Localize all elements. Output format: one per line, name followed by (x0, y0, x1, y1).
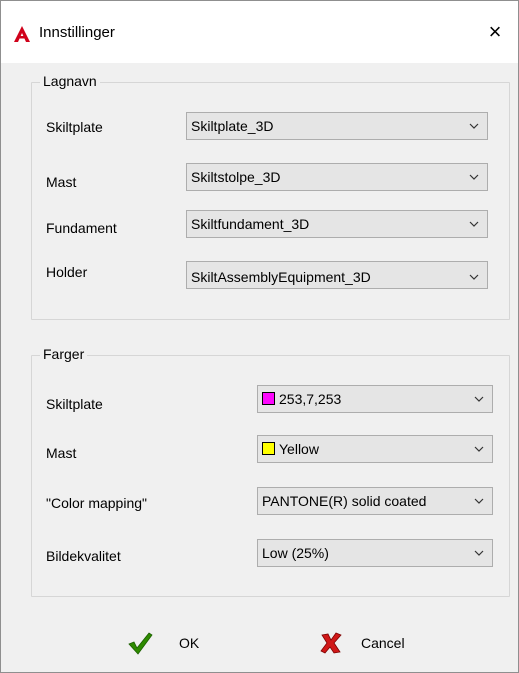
colors-group-title: Farger (40, 346, 88, 362)
image-quality-value: Low (25%) (262, 545, 329, 561)
layer-fundament-dropdown[interactable]: Skiltfundament_3D (186, 210, 488, 238)
close-button[interactable]: × (480, 17, 510, 47)
autocad-logo-icon (14, 26, 30, 42)
ok-button[interactable]: OK (127, 627, 199, 659)
title-bar: Innstillinger × (1, 1, 518, 63)
chevron-down-icon (469, 174, 479, 180)
color-mast-dropdown[interactable]: Yellow (257, 435, 493, 463)
color-skiltplate-label: Skiltplate (46, 396, 103, 412)
cancel-button[interactable]: Cancel (319, 627, 405, 659)
color-mast-value: Yellow (279, 441, 319, 457)
color-swatch (262, 392, 275, 405)
cancel-button-label: Cancel (361, 635, 405, 651)
color-mapping-value: PANTONE(R) solid coated (262, 493, 427, 509)
layer-mast-label: Mast (46, 174, 77, 190)
image-quality-label: Bildekvalitet (46, 548, 121, 564)
ok-button-label: OK (179, 635, 200, 651)
layer-names-group-title: Lagnavn (40, 73, 100, 89)
window-title: Innstillinger (39, 24, 115, 41)
color-skiltplate-value: 253,7,253 (279, 391, 342, 407)
layer-skiltplate-dropdown[interactable]: Skiltplate_3D (186, 112, 488, 140)
layer-holder-label: Holder (46, 264, 88, 280)
color-swatch (262, 442, 275, 455)
color-skiltplate-value-wrap: 253,7,253 (262, 391, 341, 407)
chevron-down-icon (474, 446, 484, 452)
green-checkmark-icon (128, 632, 153, 655)
layer-mast-dropdown[interactable]: Skiltstolpe_3D (186, 163, 488, 191)
layer-skiltplate-label: Skiltplate (46, 119, 103, 135)
layer-holder-value: SkiltAssemblyEquipment_3D (191, 269, 371, 285)
color-mast-label: Mast (46, 445, 77, 461)
chevron-down-icon (474, 396, 484, 402)
color-mapping-label: "Color mapping" (46, 495, 147, 511)
layer-mast-value: Skiltstolpe_3D (191, 169, 281, 185)
layer-skiltplate-value: Skiltplate_3D (191, 118, 274, 134)
chevron-down-icon (469, 274, 479, 280)
image-quality-dropdown[interactable]: Low (25%) (257, 539, 493, 567)
color-skiltplate-dropdown[interactable]: 253,7,253 (257, 385, 493, 413)
chevron-down-icon (474, 550, 484, 556)
layer-fundament-value: Skiltfundament_3D (191, 216, 310, 232)
color-mast-value-wrap: Yellow (262, 441, 319, 457)
red-x-icon (320, 632, 342, 654)
chevron-down-icon (474, 498, 484, 504)
chevron-down-icon (469, 221, 479, 227)
layer-holder-dropdown[interactable]: SkiltAssemblyEquipment_3D (186, 261, 488, 289)
color-mapping-dropdown[interactable]: PANTONE(R) solid coated (257, 487, 493, 515)
settings-dialog: Innstillinger × Lagnavn Skiltplate Skilt… (0, 0, 519, 673)
close-icon: × (488, 19, 502, 44)
layer-fundament-label: Fundament (46, 220, 117, 236)
chevron-down-icon (469, 123, 479, 129)
